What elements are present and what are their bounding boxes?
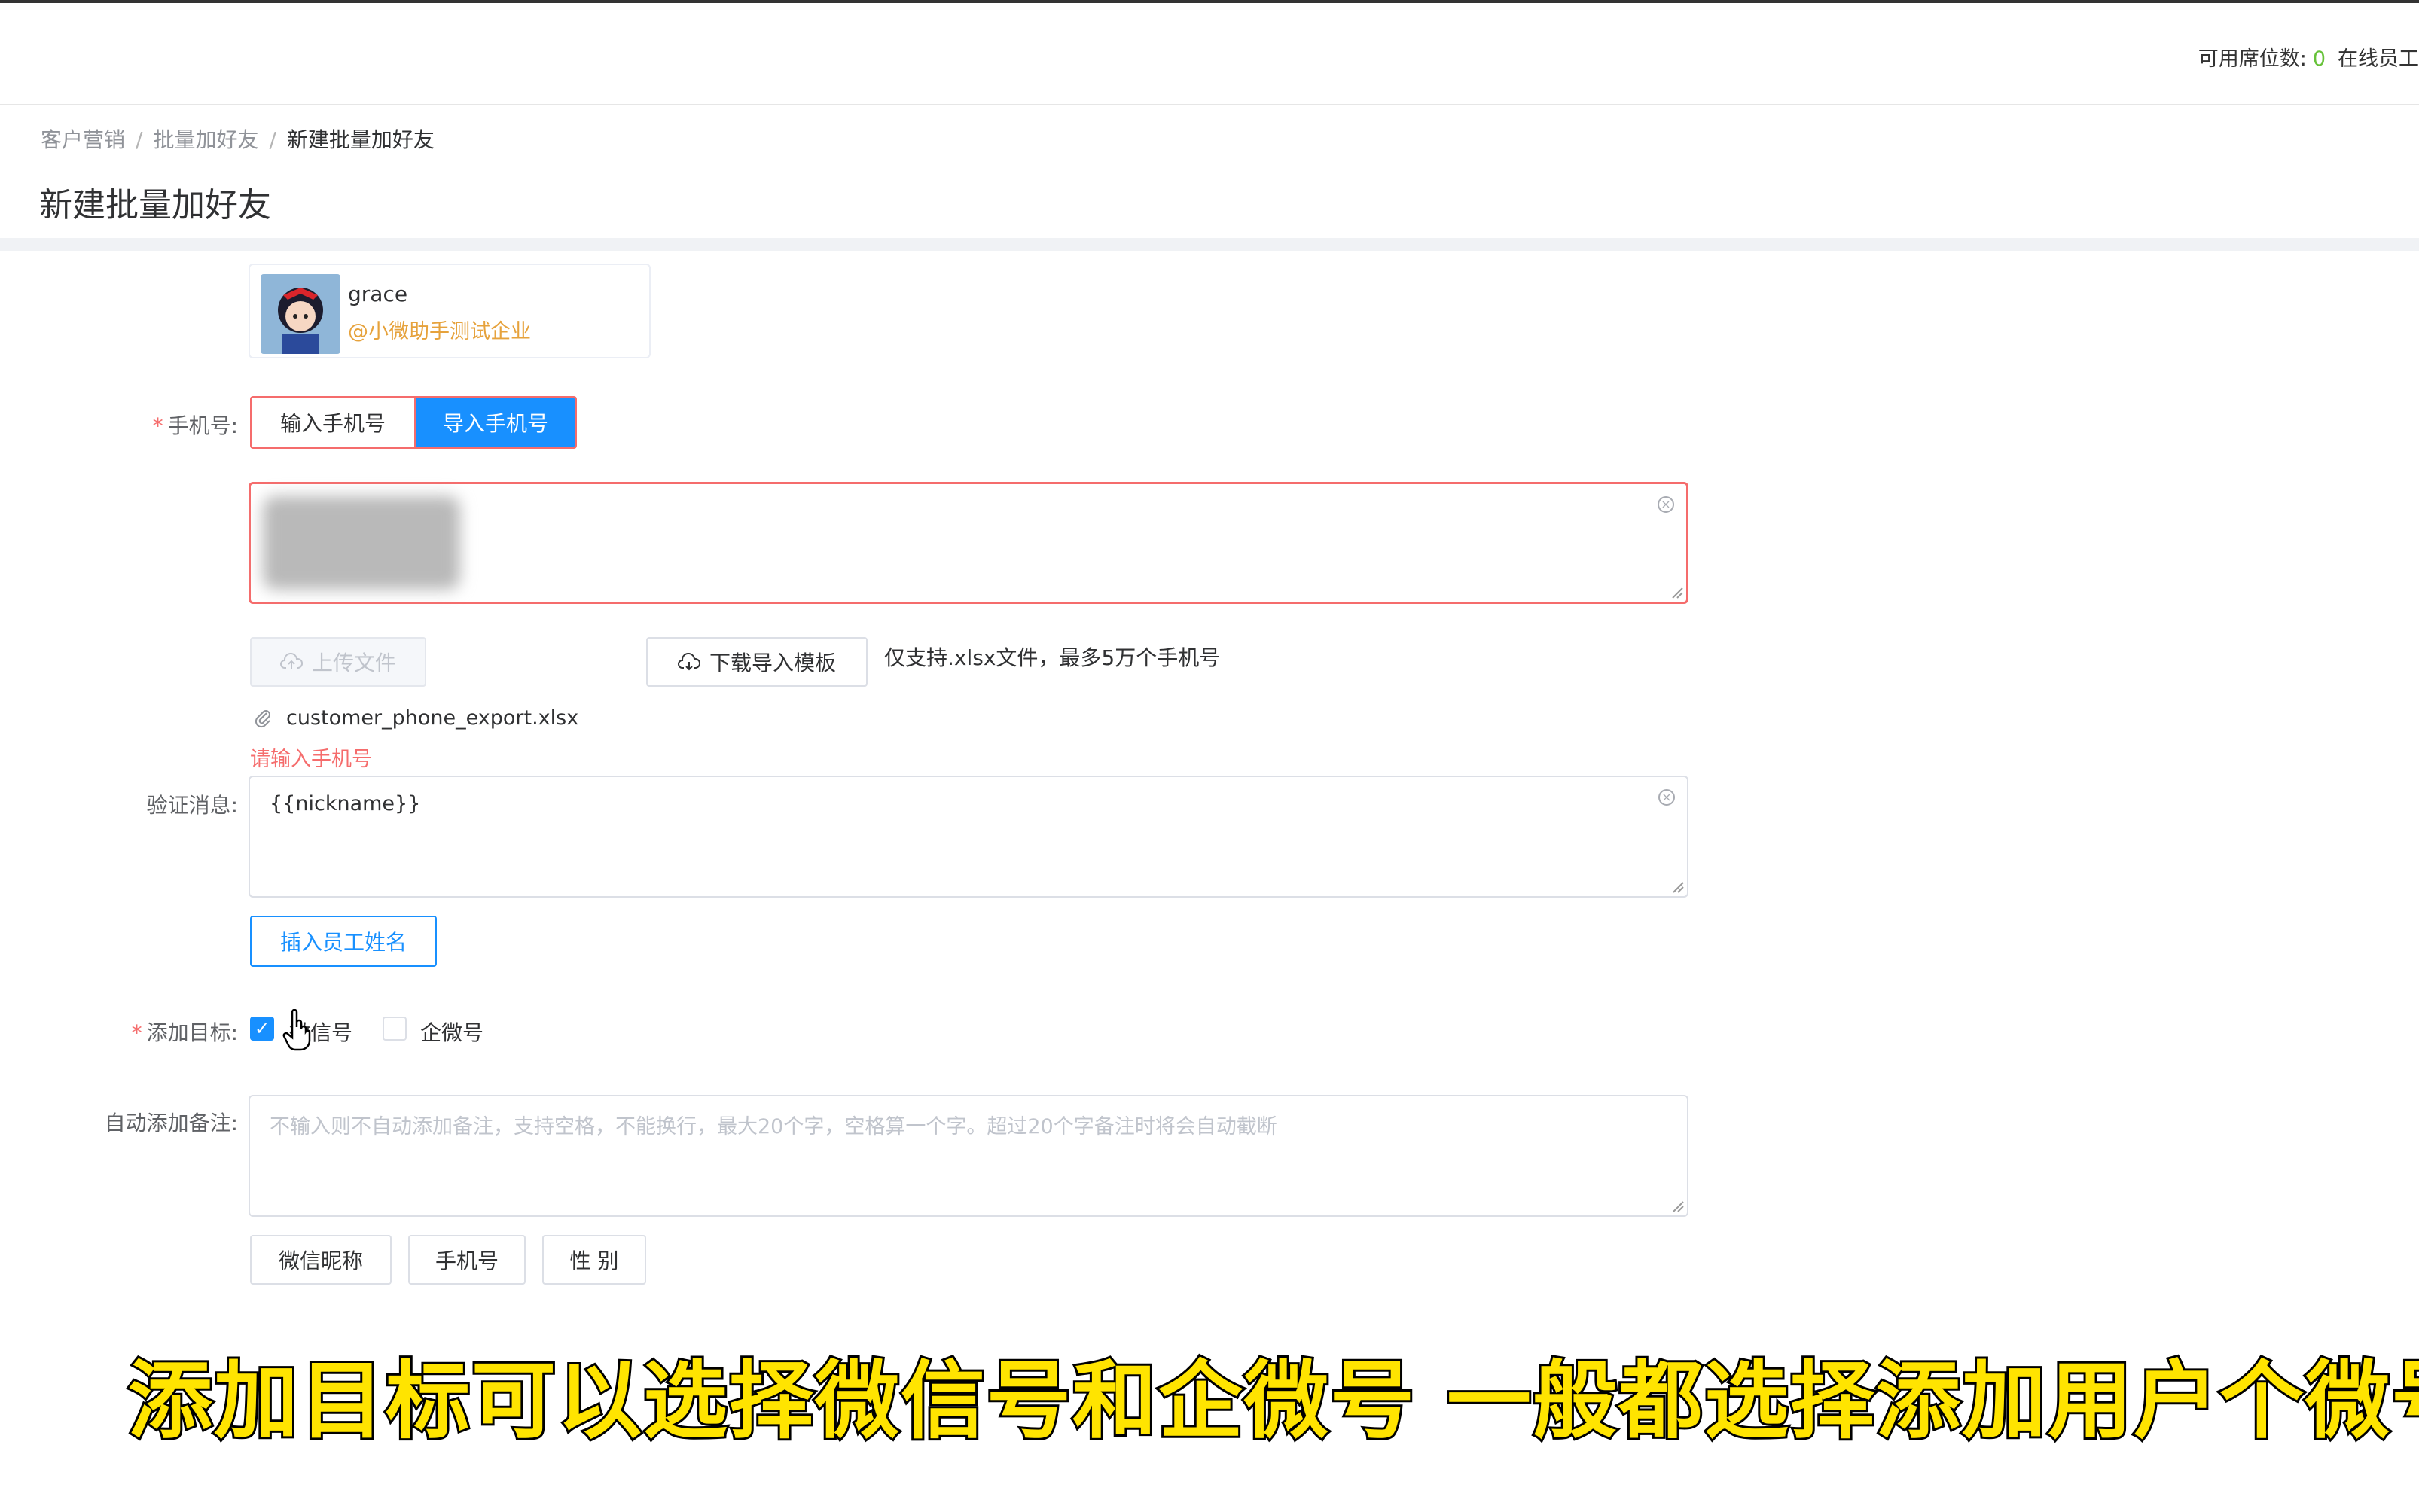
phone-label: * 手机号: — [152, 413, 238, 438]
remark-label: 自动添加备注: — [104, 1111, 238, 1136]
tab-input-phone[interactable]: 输入手机号 — [250, 396, 414, 449]
seats-label: 可用席位数: — [2198, 47, 2307, 71]
insert-gender-button[interactable]: 性 别 — [542, 1235, 646, 1285]
breadcrumb: 客户营销 / 批量加好友 / 新建批量加好友 — [41, 123, 435, 154]
blurred-content — [263, 496, 460, 590]
phone-textarea[interactable]: × — [249, 482, 1688, 604]
clear-icon[interactable]: × — [1658, 496, 1674, 513]
owner-name: grace — [348, 282, 408, 306]
breadcrumb-item-batch-add[interactable]: 批量加好友 — [153, 127, 258, 152]
verify-value: {{nickname}} — [270, 792, 421, 815]
verify-label: 验证消息: — [146, 793, 238, 818]
page-title: 新建批量加好友 — [39, 186, 271, 224]
download-template-button[interactable]: 下载导入模板 — [646, 637, 868, 687]
header-divider — [0, 238, 2419, 251]
video-subtitle: 添加目标可以选择微信号和企微号 一般都选择添加用户个微号 — [126, 1350, 2419, 1453]
uploaded-file[interactable]: customer_phone_export.xlsx — [255, 706, 578, 730]
cloud-upload-icon — [280, 653, 303, 669]
wechat-checkbox[interactable]: ✓ — [250, 1017, 274, 1041]
online-label: 在线员工 — [2338, 47, 2419, 71]
insert-employee-name-button[interactable]: 插入员工姓名 — [250, 916, 437, 967]
top-bar: 可用席位数: 0 在线员工 — [0, 0, 2419, 105]
verify-textarea[interactable]: {{nickname}} × — [249, 776, 1688, 898]
cloud-download-icon — [678, 653, 700, 671]
hand-cursor-icon — [282, 1009, 311, 1051]
seats-info: 可用席位数: 0 在线员工 — [2198, 42, 2419, 72]
target-label: * 添加目标: — [131, 1020, 238, 1045]
owner-card: grace @小微助手测试企业 — [249, 264, 651, 358]
resize-handle-icon[interactable] — [1670, 879, 1684, 893]
breadcrumb-separator: / — [136, 127, 143, 152]
wecom-checkbox[interactable] — [383, 1017, 407, 1041]
resize-handle-icon[interactable] — [1670, 585, 1683, 599]
insert-phone-button[interactable]: 手机号 — [408, 1235, 526, 1285]
paperclip-icon — [255, 709, 270, 727]
avatar — [261, 274, 340, 354]
remark-placeholder: 不输入则不自动添加备注，支持空格，不能换行，最大20个字，空格算一个字。超过20… — [270, 1115, 1277, 1139]
resize-handle-icon[interactable] — [1670, 1199, 1684, 1212]
upload-tip: 仅支持.xlsx文件，最多5万个手机号 — [884, 645, 1221, 670]
wecom-option-label[interactable]: 企微号 — [420, 1017, 483, 1047]
breadcrumb-separator: / — [269, 127, 276, 152]
upload-file-label: 上传文件 — [311, 651, 396, 675]
upload-file-button[interactable]: 上传文件 — [250, 637, 426, 687]
clear-icon[interactable]: × — [1658, 789, 1675, 806]
remark-textarea[interactable]: 不输入则不自动添加备注，支持空格，不能换行，最大20个字，空格算一个字。超过20… — [249, 1095, 1688, 1217]
breadcrumb-item-current: 新建批量加好友 — [286, 127, 435, 152]
seats-value: 0 — [2312, 47, 2326, 71]
tab-import-phone[interactable]: 导入手机号 — [414, 396, 577, 449]
breadcrumb-item-marketing[interactable]: 客户营销 — [41, 127, 125, 152]
phone-error-message: 请输入手机号 — [250, 748, 372, 771]
download-template-label: 下载导入模板 — [709, 651, 836, 675]
insert-nickname-button[interactable]: 微信昵称 — [250, 1235, 392, 1285]
file-name: customer_phone_export.xlsx — [286, 706, 579, 730]
owner-corp: @小微助手测试企业 — [348, 320, 531, 343]
